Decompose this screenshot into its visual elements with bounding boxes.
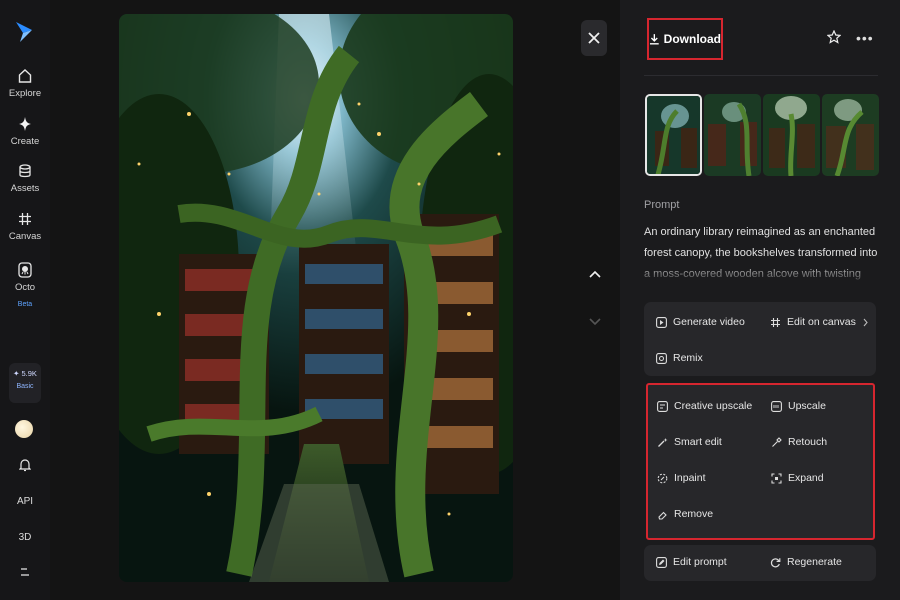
- sidebar-item-canvas[interactable]: Canvas: [0, 211, 50, 242]
- inpaint-button[interactable]: Inpaint: [657, 472, 706, 484]
- notifications-button[interactable]: [0, 458, 50, 475]
- download-button[interactable]: Download: [647, 18, 723, 60]
- inpaint-icon: [657, 473, 668, 483]
- chevron-up-icon[interactable]: [587, 266, 603, 282]
- credits-badge[interactable]: ✦ 5.9K Basic: [9, 363, 41, 403]
- thumbnail-3[interactable]: [763, 94, 820, 176]
- edit-prompt-button[interactable]: Edit prompt: [656, 556, 727, 568]
- brush-icon: [772, 436, 782, 447]
- sidebar-item-label: Create: [10, 136, 40, 147]
- expand-icon: [771, 472, 782, 484]
- menu-icon: [21, 568, 29, 576]
- sidebar-item-explore[interactable]: Explore: [0, 68, 50, 99]
- thumbnail-image: [704, 94, 761, 176]
- thumbnail-2[interactable]: [704, 94, 761, 176]
- sidebar-item-label: Octo: [14, 282, 36, 293]
- bell-icon: [18, 459, 32, 472]
- regenerate-button[interactable]: Regenerate: [770, 556, 842, 568]
- app-logo-icon[interactable]: [14, 20, 34, 44]
- beta-badge: Beta: [17, 301, 33, 308]
- thumbnail-1[interactable]: [645, 94, 702, 176]
- thumbnail-image: [647, 96, 700, 174]
- remix-button[interactable]: Remix: [656, 352, 703, 364]
- avatar[interactable]: [15, 420, 33, 438]
- sidebar-item-assets[interactable]: Assets: [0, 163, 50, 194]
- eraser-icon: [658, 511, 667, 520]
- plan-label: Basic: [16, 383, 34, 390]
- api-link[interactable]: API: [0, 496, 50, 507]
- octo-icon: [18, 262, 32, 278]
- play-icon: [656, 316, 667, 328]
- sidebar-item-create[interactable]: Create: [0, 116, 50, 147]
- thumbnail-image: [763, 94, 820, 176]
- upscale-button[interactable]: Upscale: [771, 400, 826, 412]
- prompt-heading: Prompt: [644, 199, 680, 211]
- sidebar-item-label: Canvas: [8, 231, 42, 242]
- sidebar-item-label: Explore: [8, 88, 42, 99]
- star-icon[interactable]: [827, 30, 841, 44]
- prompt-fade: [644, 262, 882, 286]
- edit-on-canvas-button[interactable]: Edit on canvas: [770, 316, 869, 328]
- chevron-down-icon[interactable]: [587, 314, 603, 330]
- sidebar-item-label: Assets: [10, 183, 40, 194]
- details-panel: Download ••• Prompt An ordinary library …: [630, 0, 900, 600]
- home-icon: [18, 69, 32, 83]
- magic-wand-icon: [658, 437, 668, 447]
- creative-upscale-button[interactable]: Creative upscale: [657, 400, 752, 412]
- cylinder-icon: [19, 164, 31, 178]
- chevron-right-icon: [863, 318, 868, 326]
- close-button[interactable]: [581, 20, 607, 56]
- menu-button[interactable]: [0, 566, 50, 581]
- grid-hash-icon: [19, 213, 31, 225]
- actions-card-bottom: Edit prompt Regenerate: [644, 545, 876, 581]
- actions-card-primary: Generate video Edit on canvas Remix: [644, 302, 876, 376]
- expand-button[interactable]: Expand: [771, 472, 824, 484]
- download-label: Download: [663, 32, 721, 46]
- generate-video-button[interactable]: Generate video: [656, 316, 745, 328]
- refresh-icon: [770, 557, 781, 567]
- generated-image[interactable]: [119, 14, 513, 582]
- left-sidebar: Explore Create Assets Canvas Octo Beta ✦…: [0, 0, 50, 600]
- upscale-icon: [771, 400, 782, 412]
- close-icon: [588, 32, 600, 44]
- enchanted-library-image: [119, 14, 513, 582]
- credits-amount: ✦ 5.9K: [13, 369, 37, 378]
- edit-tools-card: Creative upscale Upscale Smart edit Reto…: [646, 383, 875, 540]
- download-icon: [649, 34, 659, 45]
- divider: [644, 75, 878, 76]
- sparkle-icon: [19, 117, 31, 131]
- sidebar-item-octo[interactable]: Octo Beta: [0, 262, 50, 311]
- thumbnail-image: [822, 94, 879, 176]
- edit-icon: [656, 556, 667, 568]
- 3d-link[interactable]: 3D: [0, 532, 50, 543]
- smart-edit-button[interactable]: Smart edit: [657, 436, 722, 448]
- remove-button[interactable]: Remove: [657, 508, 713, 520]
- grid-hash-icon: [771, 317, 780, 327]
- remix-icon: [656, 352, 667, 364]
- creative-upscale-icon: [657, 400, 668, 412]
- more-options-icon[interactable]: •••: [856, 30, 874, 46]
- image-viewer: [50, 0, 620, 600]
- thumbnail-4[interactable]: [822, 94, 879, 176]
- retouch-button[interactable]: Retouch: [771, 436, 827, 448]
